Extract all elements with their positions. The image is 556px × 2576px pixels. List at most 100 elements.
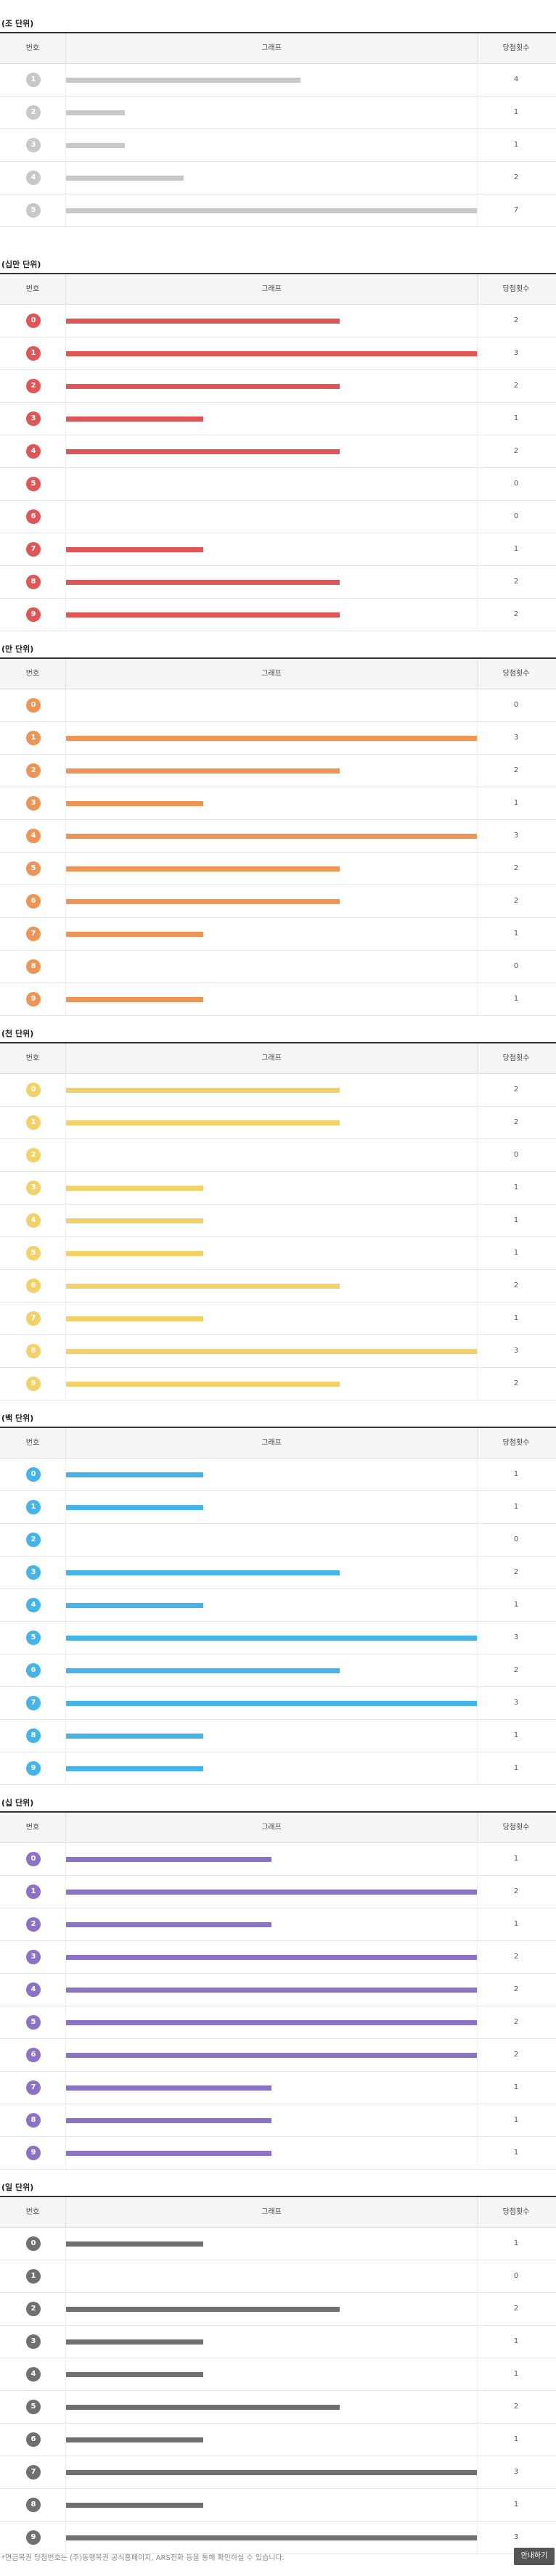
- graph-cell: [65, 2326, 478, 2358]
- table-row: 41: [0, 1205, 556, 1237]
- win-count: 2: [513, 2305, 519, 2313]
- number-ball: 4: [26, 2367, 41, 2382]
- graph-cell: [65, 2358, 478, 2390]
- table-row: 71: [0, 918, 556, 951]
- frequency-bar: [66, 2118, 271, 2123]
- table-row: 52: [0, 2391, 556, 2424]
- section-title: (만 단위): [1, 644, 34, 654]
- graph-cell: [65, 1205, 478, 1236]
- table-row: 71: [0, 1303, 556, 1335]
- frequency-bar: [66, 78, 301, 83]
- graph-cell: [65, 599, 478, 631]
- win-count: 2: [513, 1118, 519, 1126]
- frequency-bar: [66, 384, 340, 389]
- table-row: 32: [0, 1556, 556, 1589]
- frequency-bar: [66, 801, 203, 806]
- graph-cell: [65, 2391, 478, 2423]
- header-number: 번호: [25, 2208, 40, 2216]
- table-row: 81: [0, 1720, 556, 1752]
- number-ball: 3: [26, 796, 41, 811]
- win-count: 3: [513, 832, 519, 840]
- win-count: 1: [513, 2435, 519, 2443]
- table-row: 12: [0, 1876, 556, 1908]
- table-row: 53: [0, 1622, 556, 1654]
- table-row: 12: [0, 1107, 556, 1139]
- number-ball: 8: [26, 2498, 41, 2512]
- graph-cell: [65, 1876, 478, 1908]
- frequency-bar: [66, 449, 340, 454]
- number-ball: 5: [26, 2015, 41, 2030]
- win-count: 2: [513, 766, 519, 774]
- graph-cell: [65, 1172, 478, 1204]
- table-row: 52: [0, 2006, 556, 2039]
- table-row: 43: [0, 820, 556, 853]
- win-count: 1: [513, 1184, 519, 1191]
- win-count: 2: [513, 864, 519, 872]
- win-count: 1: [513, 1764, 519, 1772]
- win-count: 1: [513, 1920, 519, 1928]
- number-ball: 8: [26, 959, 41, 974]
- graph-cell: [65, 755, 478, 787]
- graph-cell: [65, 305, 478, 337]
- frequency-bar: [66, 176, 184, 181]
- number-ball: 5: [26, 1246, 41, 1260]
- win-count: 4: [513, 75, 519, 83]
- stats-table: 번호 그래프 당첨횟수 0 2 1 3 2 2 3 1 4 2 5 0 6 0 7 1 8 2 9 2: [0, 273, 556, 631]
- header-number: 번호: [25, 1824, 40, 1831]
- graph-cell: [65, 2424, 478, 2456]
- table-row: 42: [0, 1974, 556, 2006]
- number-ball: 8: [26, 575, 41, 589]
- frequency-bar: [66, 2405, 340, 2410]
- number-ball: 4: [26, 1213, 41, 1228]
- graph-cell: [65, 1335, 478, 1367]
- stats-table: 번호 그래프 당첨횟수 0 2 1 2 2 0 3 1 4 1 5 1 6 2 7 1 8 3 9 2: [0, 1042, 556, 1400]
- win-count: 0: [513, 701, 519, 709]
- header-count: 당첨횟수: [502, 285, 530, 293]
- win-count: 1: [513, 1731, 519, 1739]
- graph-cell: [65, 566, 478, 598]
- section-title: (조 단위): [1, 19, 34, 28]
- number-ball: 7: [26, 2465, 41, 2479]
- win-count: 3: [513, 1347, 519, 1355]
- frequency-bar: [66, 2151, 271, 2156]
- graph-cell: [65, 2137, 478, 2169]
- win-count: 1: [513, 414, 519, 422]
- number-ball: 2: [26, 379, 41, 393]
- number-ball: 3: [26, 138, 41, 152]
- table-row: 42: [0, 162, 556, 194]
- number-ball: 1: [26, 2269, 41, 2284]
- table-header: 번호 그래프 당첨횟수: [0, 1043, 556, 1074]
- number-ball: 3: [26, 1950, 41, 1964]
- stats-table: 번호 그래프 당첨횟수 0 1 1 0 2 2 3 1 4 1 5 2 6 1 7 3 8 1 9 3: [0, 2196, 556, 2554]
- table-row: 31: [0, 403, 556, 435]
- number-ball: 6: [26, 1279, 41, 1293]
- win-count: 1: [513, 930, 519, 938]
- win-count: 1: [513, 1601, 519, 1609]
- graph-cell: [65, 1720, 478, 1752]
- table-row: 41: [0, 1589, 556, 1622]
- number-ball: 1: [26, 1500, 41, 1514]
- win-count: 0: [513, 512, 519, 520]
- graph-cell: [65, 1074, 478, 1106]
- table-row: 20: [0, 1524, 556, 1556]
- graph-cell: [65, 983, 478, 1015]
- win-count: 2: [513, 447, 519, 455]
- graph-cell: [65, 1941, 478, 1973]
- win-count: 2: [513, 578, 519, 586]
- graph-cell: [65, 194, 478, 226]
- graph-cell: [65, 2293, 478, 2325]
- number-ball: 6: [26, 2432, 41, 2447]
- header-graph: 그래프: [65, 2197, 478, 2227]
- win-count: 3: [513, 1699, 519, 1707]
- number-ball: 4: [26, 1982, 41, 1997]
- win-count: 2: [513, 610, 519, 618]
- frequency-bar: [66, 932, 203, 937]
- frequency-bar: [66, 997, 203, 1002]
- win-count: 1: [513, 108, 519, 116]
- table-header: 번호 그래프 당첨횟수: [0, 2197, 556, 2228]
- more-button[interactable]: 안내하기: [514, 2548, 555, 2565]
- table-row: 02: [0, 305, 556, 337]
- win-count: 1: [513, 2370, 519, 2378]
- graph-cell: [65, 2260, 478, 2292]
- number-ball: 3: [26, 411, 41, 426]
